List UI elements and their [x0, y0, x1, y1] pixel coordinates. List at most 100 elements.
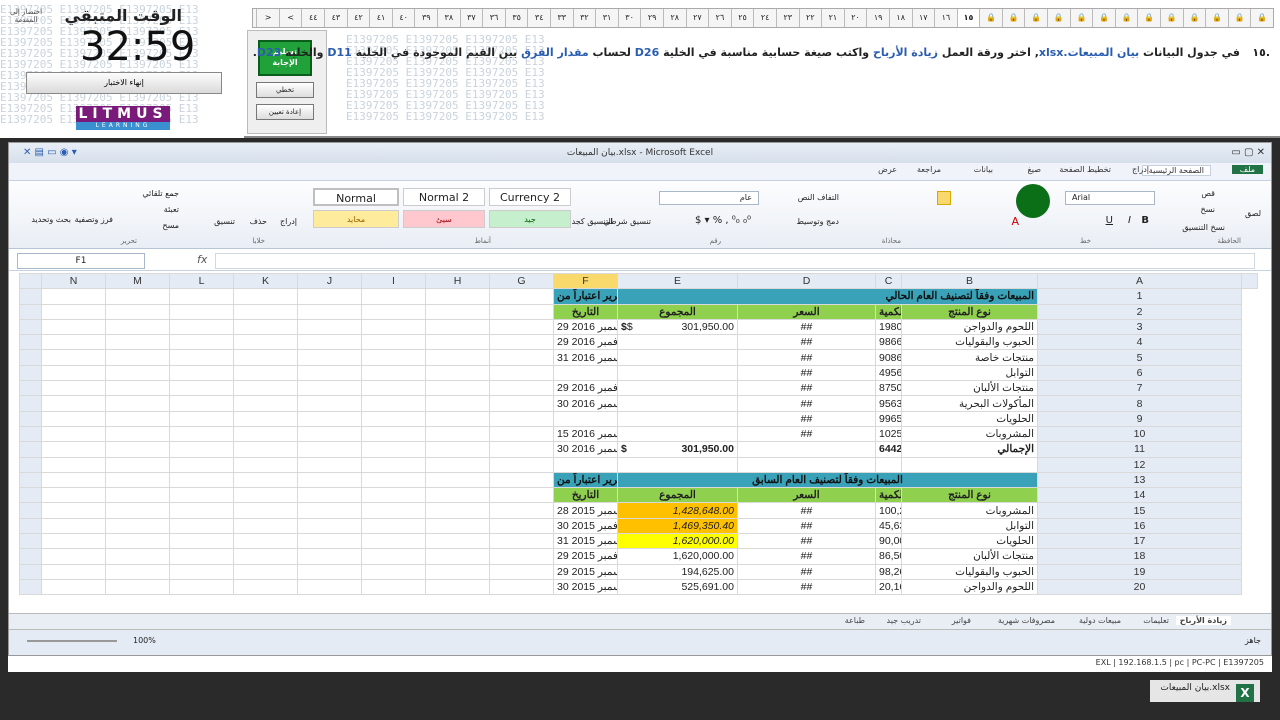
cell-f[interactable] — [489, 441, 554, 458]
cell[interactable] — [425, 517, 490, 535]
cell[interactable] — [105, 303, 170, 320]
cell[interactable] — [169, 334, 234, 351]
question-nav-item[interactable]: ٣١ — [595, 9, 618, 27]
cell[interactable] — [361, 425, 426, 443]
cut-button[interactable]: قص — [1201, 189, 1215, 198]
cell[interactable] — [297, 334, 362, 351]
cell[interactable] — [105, 456, 170, 473]
cell-f[interactable] — [489, 318, 554, 336]
cell[interactable] — [233, 578, 298, 596]
cell[interactable]: ## — [737, 425, 876, 443]
cell[interactable] — [617, 364, 738, 382]
cell-f[interactable] — [489, 303, 554, 320]
worksheet-grid[interactable]: NMLKJIHGFEDCBAالتقرير اعتباراً منالمبيعا… — [19, 273, 1259, 613]
cell[interactable] — [425, 456, 490, 473]
cell-f[interactable] — [489, 487, 554, 504]
ribbon-tab[interactable]: صيغ — [1028, 165, 1041, 174]
cell[interactable] — [105, 487, 170, 504]
ribbon-tab[interactable]: الصفحة الرئيسية — [1141, 165, 1211, 176]
skip-button[interactable]: تخطي — [256, 82, 314, 98]
cell[interactable] — [617, 349, 738, 366]
cell[interactable] — [617, 380, 738, 397]
sheet-tab[interactable]: زيادة الأرباح — [1175, 616, 1231, 625]
cell[interactable]: 90865 — [875, 349, 902, 366]
cell[interactable] — [41, 502, 106, 519]
question-nav-item[interactable]: ١٦ — [934, 9, 957, 27]
cell[interactable] — [617, 456, 738, 473]
cell[interactable] — [233, 395, 298, 412]
cell[interactable] — [233, 318, 298, 336]
cell[interactable]: ## — [737, 318, 876, 336]
cell[interactable] — [297, 410, 362, 427]
cell[interactable] — [233, 471, 298, 489]
cell[interactable]: ## — [737, 502, 876, 519]
cell[interactable]: المأكولات البحرية — [901, 395, 1038, 412]
cell-f[interactable] — [489, 548, 554, 565]
cell[interactable] — [169, 517, 234, 535]
ribbon-tab[interactable]: عرض — [878, 165, 897, 174]
cell[interactable] — [41, 548, 106, 565]
cell[interactable] — [41, 441, 106, 458]
name-box[interactable]: F1 — [17, 253, 145, 269]
autosum-button[interactable]: جمع تلقائي — [142, 189, 179, 198]
cell[interactable] — [425, 410, 490, 427]
ribbon-tab[interactable]: ملف — [1231, 165, 1263, 174]
cell[interactable]: $ $301,950.00 — [617, 318, 738, 336]
report-label[interactable]: التقرير اعتباراً من — [553, 288, 618, 305]
cell-f[interactable] — [489, 456, 554, 473]
cell[interactable] — [105, 349, 170, 366]
cell[interactable] — [105, 380, 170, 397]
cell[interactable] — [105, 502, 170, 519]
ribbon-tab[interactable]: مراجعة — [917, 165, 941, 174]
cell[interactable]: نوع المنتج — [901, 487, 1038, 504]
cell[interactable]: 30 نوفمبر 2015 — [553, 517, 618, 535]
cell[interactable] — [361, 318, 426, 336]
cell[interactable] — [41, 487, 106, 504]
cell[interactable] — [361, 395, 426, 412]
question-nav-item[interactable]: ٣٧ — [459, 9, 483, 27]
row-number[interactable]: 16 — [1037, 517, 1242, 535]
cell[interactable] — [297, 288, 362, 305]
cell[interactable] — [233, 425, 298, 443]
cell[interactable] — [233, 288, 298, 305]
cell-f[interactable] — [489, 349, 554, 366]
row-number[interactable]: 14 — [1037, 487, 1242, 504]
font-name-select[interactable]: Arial — [1065, 191, 1155, 205]
column-header-d[interactable]: D — [737, 273, 876, 290]
cell-f[interactable] — [489, 471, 554, 489]
cell[interactable] — [361, 288, 426, 305]
cell[interactable] — [105, 563, 170, 580]
cell[interactable]: ## — [737, 410, 876, 427]
cell[interactable]: 194,625.00 — [617, 563, 738, 580]
cell-f[interactable] — [489, 517, 554, 535]
cell[interactable] — [425, 303, 490, 320]
cell[interactable] — [425, 563, 490, 580]
row-number[interactable]: 19 — [1037, 563, 1242, 580]
question-nav-item[interactable]: ٢٧ — [685, 9, 709, 27]
cell[interactable]: 29 نوفمبر 2016 — [553, 380, 618, 397]
cell[interactable]: المجموع — [617, 487, 738, 504]
cell[interactable]: 87500 — [875, 380, 902, 397]
cell[interactable]: التوابل — [901, 364, 1038, 382]
underline-button[interactable]: U — [1106, 215, 1113, 226]
question-nav-item[interactable]: ٢٤ — [753, 9, 776, 27]
row-number[interactable]: 8 — [1037, 395, 1242, 412]
report-label[interactable]: التقرير اعتباراً من — [553, 471, 618, 489]
row-number[interactable]: 11 — [1037, 441, 1242, 458]
column-header-a[interactable]: A — [1037, 273, 1242, 290]
question-nav-item[interactable]: ٢٩ — [640, 9, 663, 27]
style-currency2[interactable]: Currency 2 — [489, 188, 571, 206]
column-header-b[interactable]: B — [901, 273, 1038, 290]
cell[interactable] — [233, 487, 298, 504]
cell[interactable] — [425, 334, 490, 351]
cell[interactable] — [425, 425, 490, 443]
cell[interactable]: 30 ديسمبر 2016 — [553, 395, 618, 412]
cell[interactable]: الإجمالي — [901, 441, 1038, 458]
cell[interactable]: الحلويات — [901, 410, 1038, 427]
cell[interactable]: 31 ديسمبر 2015 — [553, 533, 618, 550]
cell[interactable]: منتجات خاصة — [901, 349, 1038, 366]
cell[interactable]: 86,500 — [875, 548, 902, 565]
cell[interactable] — [41, 578, 106, 596]
style-good[interactable]: جيد — [489, 210, 571, 228]
cell[interactable] — [617, 395, 738, 412]
